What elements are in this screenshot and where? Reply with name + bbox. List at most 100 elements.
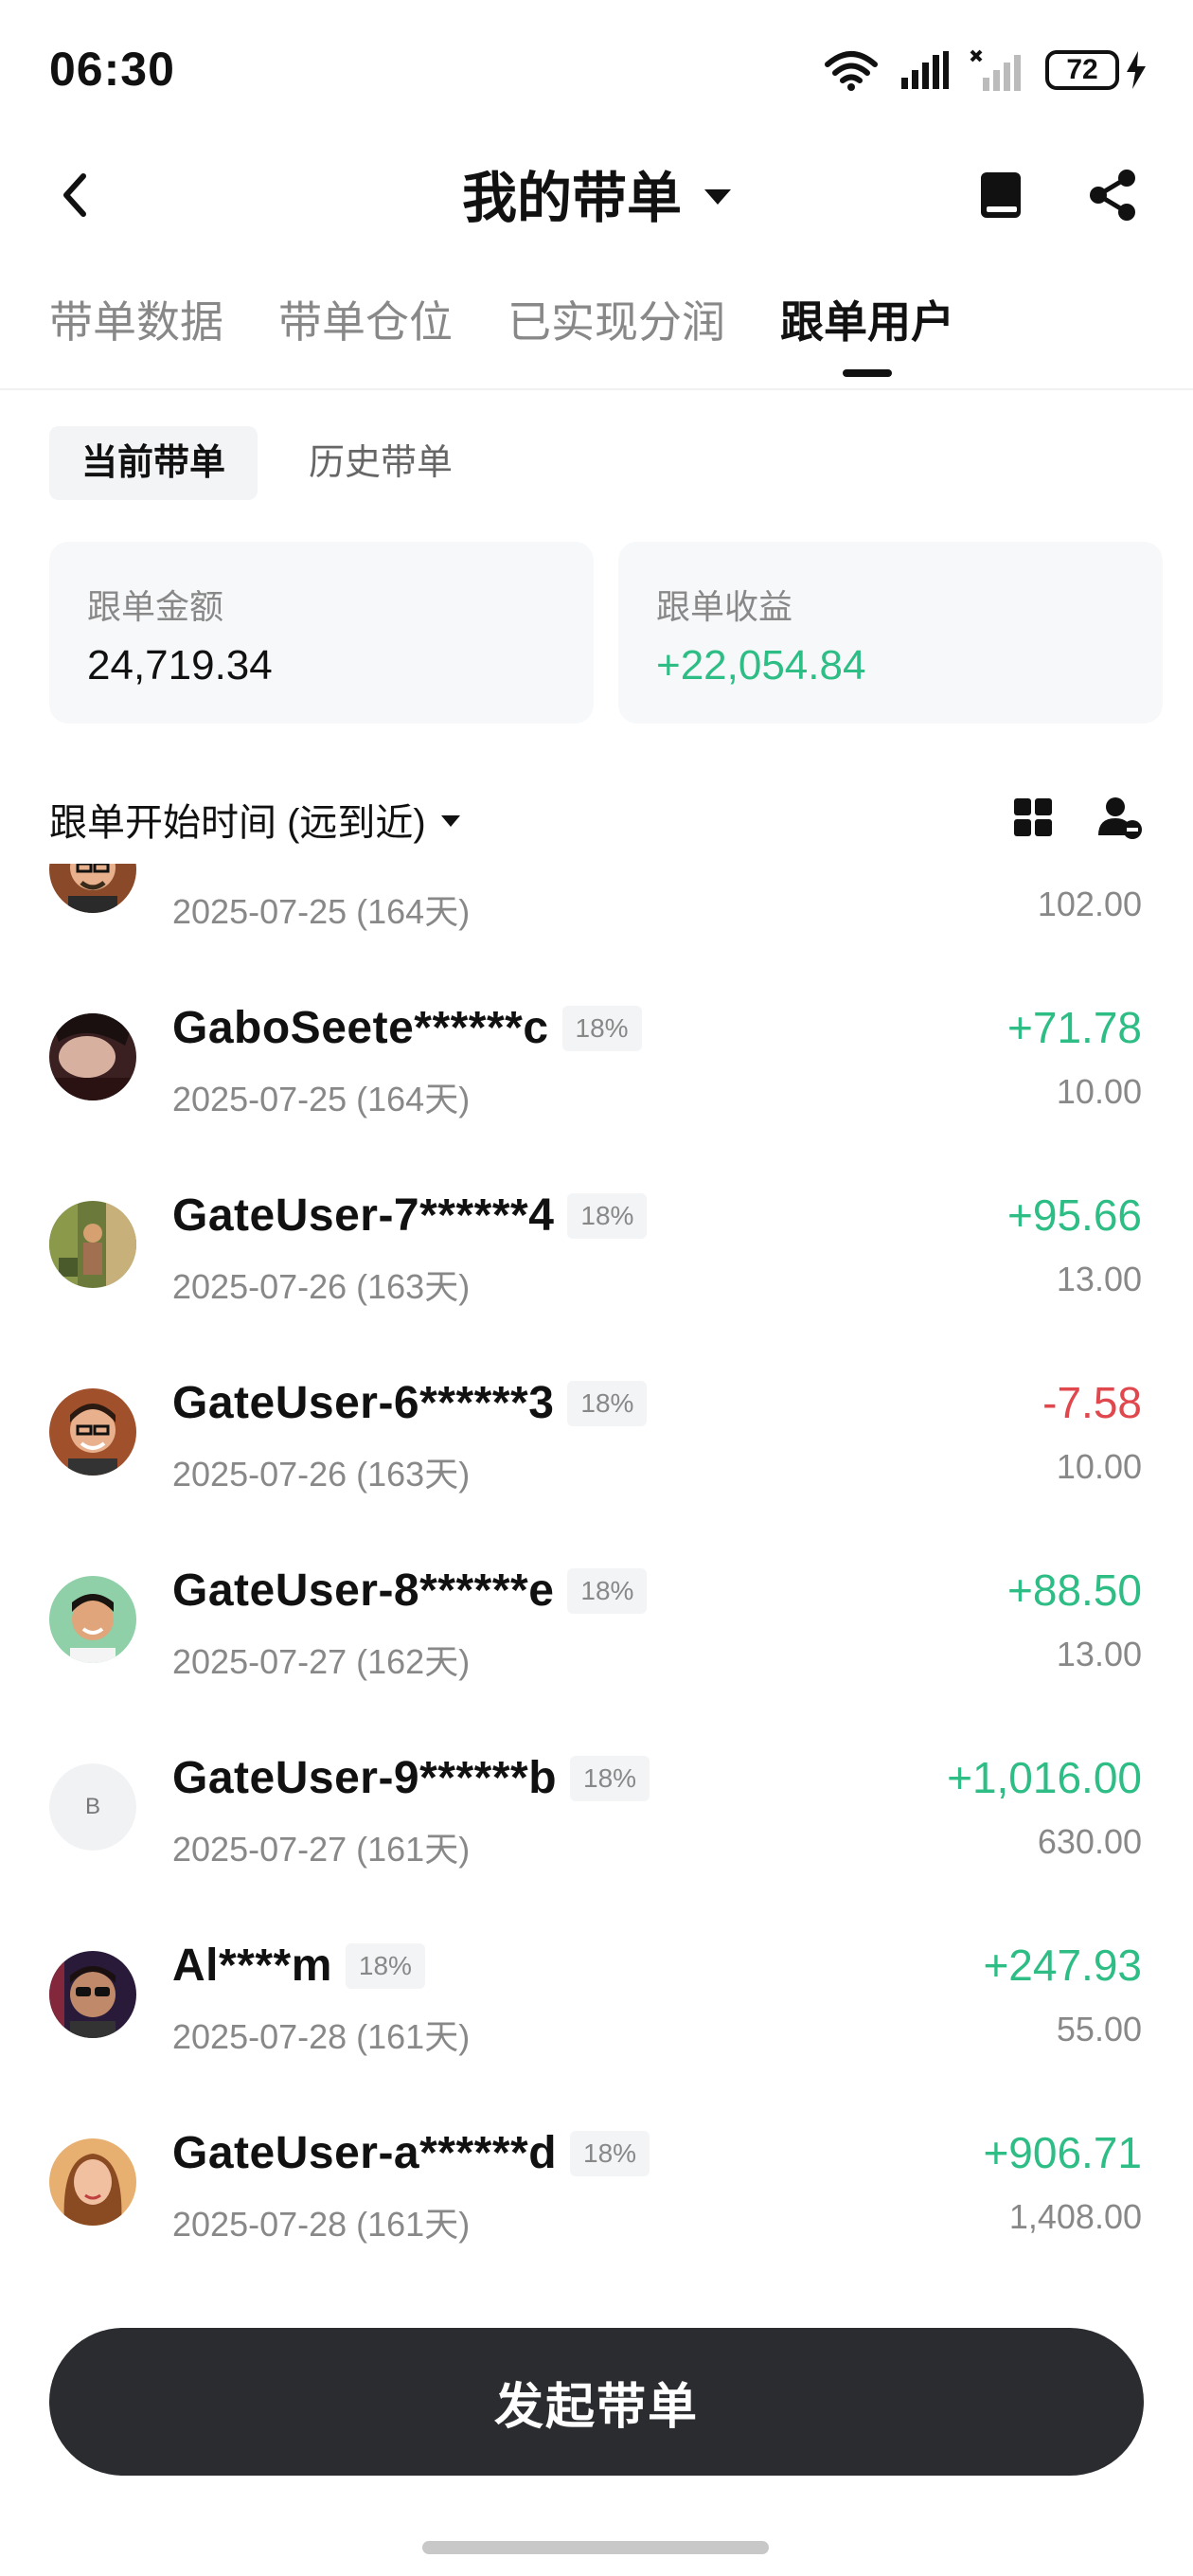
follow-amount-label: 跟单金额 <box>87 587 224 626</box>
tabs-divider <box>0 388 1193 390</box>
avatar-letter: B <box>49 1763 136 1851</box>
tab-lead-positions[interactable]: 带单仓位 <box>278 284 453 379</box>
sort-dropdown[interactable]: 跟单开始时间 (远到近) <box>49 792 426 847</box>
follower-pnl: +95.66 <box>1007 1190 1142 1240</box>
follower-pnl: +247.93 <box>983 1941 1142 1990</box>
status-time: 06:30 <box>49 43 175 96</box>
follow-profit-value: +22,054.84 <box>656 642 866 689</box>
profit-share-badge: 18% <box>570 1755 650 1801</box>
follower-amount: 1,408.00 <box>1008 2197 1142 2236</box>
follower-row[interactable]: GateUser-6******3 18% 2025-07-26 (163天) -7.… <box>0 1343 1193 1530</box>
follower-pnl: +906.71 <box>983 2128 1142 2177</box>
avatar <box>49 2138 136 2226</box>
follower-row[interactable]: GateUser-a******418% 2025-07-25 (164天) +56… <box>0 864 1193 968</box>
wifi-icon <box>825 51 878 91</box>
follow-amount-value: 24,719.34 <box>87 642 273 689</box>
battery-level: 72 <box>1045 50 1119 90</box>
follower-amount: 10.00 <box>1056 1072 1142 1111</box>
follower-row[interactable]: Al****m 18% 2025-07-28 (161天) +247.93 55.00 <box>0 1905 1193 2093</box>
follower-amount: 13.00 <box>1056 1260 1142 1298</box>
follower-name-line: GateUser-7******4 18% <box>172 1190 648 1242</box>
page-title: 我的带单 <box>461 168 682 229</box>
avatar <box>49 1201 136 1288</box>
home-indicator[interactable] <box>422 2541 769 2554</box>
avatar <box>49 1013 136 1100</box>
follower-name-line: GateUser-a******418% <box>172 864 647 867</box>
follower-amount: 630.00 <box>1037 1822 1142 1861</box>
follow-start-date: 2025-07-25 (164天) <box>172 1080 471 1118</box>
share-icon[interactable] <box>1085 167 1142 224</box>
status-icons: 72 <box>824 44 1148 97</box>
status-bar: 06:30 72 <box>0 0 1193 133</box>
follower-name-line: GaboSeete******c 18% <box>172 1002 642 1054</box>
follower-row[interactable]: GateUser-7******4 18% 2025-07-26 (163天) +95… <box>0 1155 1193 1343</box>
tab-realized-profit-share[interactable]: 已实现分润 <box>507 284 725 379</box>
follower-name: GateUser-9******b <box>172 1753 558 1803</box>
follow-profit-card: 跟单收益 +22,054.84 <box>618 542 1163 724</box>
follow-start-date: 2025-07-28 (161天) <box>172 2017 471 2056</box>
tab-bar: 带单数据 带单仓位 已实现分润 跟单用户 <box>49 284 954 388</box>
follow-start-date: 2025-07-27 (162天) <box>172 1642 471 1681</box>
follower-list-content: GateUser-a******418% 2025-07-25 (164天) +56… <box>0 864 1193 2281</box>
avatar <box>49 1951 136 2038</box>
follower-row[interactable]: GateUser-8******e 18% 2025-07-27 (162天) +88… <box>0 1530 1193 1718</box>
follow-start-date: 2025-07-25 (164天) <box>172 892 471 931</box>
sort-row: 跟单开始时间 (远到近) <box>49 786 1144 852</box>
follow-start-date: 2025-07-28 (161天) <box>172 2205 471 2244</box>
avatar <box>49 864 136 913</box>
avatar <box>49 1576 136 1663</box>
follower-pnl: +1,016.00 <box>947 1753 1142 1802</box>
follower-list[interactable]: GateUser-a******418% 2025-07-25 (164天) +56… <box>0 864 1193 2284</box>
follower-name-line: GateUser-9******b 18% <box>172 1752 650 1804</box>
follower-pnl: +88.50 <box>1007 1565 1142 1615</box>
follower-name: GateUser-8******e <box>172 1565 555 1616</box>
follow-start-date: 2025-07-26 (163天) <box>172 1455 471 1494</box>
top-nav: 我的带单 <box>0 133 1193 256</box>
profit-share-badge: 18% <box>567 1192 648 1239</box>
subtab-current[interactable]: 当前带单 <box>49 426 258 500</box>
charging-icon <box>1127 51 1146 89</box>
follower-amount: 13.00 <box>1056 1635 1142 1673</box>
follower-name-line: GateUser-6******3 18% <box>172 1377 648 1429</box>
profit-share-badge: 18% <box>567 1380 648 1426</box>
profit-share-badge: 18% <box>570 2130 650 2176</box>
follower-name-line: GateUser-a******d 18% <box>172 2127 650 2179</box>
battery-icon: 72 <box>1045 49 1148 91</box>
avatar: B <box>49 1763 136 1851</box>
signal-icon <box>901 51 949 89</box>
subtab-history[interactable]: 历史带单 <box>276 426 485 500</box>
follower-pnl: +562.56 <box>983 864 1142 866</box>
follower-name: Al****m <box>172 1941 332 1991</box>
signal-icon-secondary <box>970 49 1021 91</box>
summary-cards: 跟单金额 24,719.34 跟单收益 +22,054.84 <box>49 542 1163 724</box>
profit-share-badge: 18% <box>567 1567 648 1614</box>
follower-row[interactable]: GaboSeete******c 18% 2025-07-25 (164天) +71.… <box>0 968 1193 1155</box>
follower-pnl: -7.58 <box>1042 1378 1142 1427</box>
follower-amount: 102.00 <box>1037 885 1142 923</box>
follower-pnl: +71.78 <box>1007 1003 1142 1052</box>
chevron-down-icon <box>704 189 731 205</box>
follower-name: GateUser-a******d <box>172 2128 558 2178</box>
follower-name: GateUser-6******3 <box>172 1378 555 1428</box>
grid-icon[interactable] <box>1013 797 1053 837</box>
follow-start-date: 2025-07-27 (161天) <box>172 1830 471 1869</box>
follower-name: GateUser-7******4 <box>172 1190 555 1241</box>
tab-lead-data[interactable]: 带单数据 <box>49 284 223 379</box>
follower-row[interactable]: GateUser-a******d 18% 2025-07-28 (161天) +90… <box>0 2093 1193 2281</box>
follow-profit-label: 跟单收益 <box>656 587 793 626</box>
subtab-bar: 当前带单 历史带单 <box>49 426 485 500</box>
profit-share-badge: 18% <box>561 1005 642 1051</box>
follow-amount-card: 跟单金额 24,719.34 <box>49 542 594 724</box>
follower-amount: 10.00 <box>1056 1447 1142 1486</box>
profit-share-badge: 18% <box>345 1942 425 1989</box>
follower-name-line: Al****m 18% <box>172 1940 425 1992</box>
avatar <box>49 1388 136 1476</box>
tab-followers[interactable]: 跟单用户 <box>780 284 954 379</box>
follower-name: GaboSeete******c <box>172 1003 549 1053</box>
book-icon[interactable] <box>977 167 1024 224</box>
tab-active-indicator <box>843 369 892 377</box>
start-lead-button[interactable]: 发起带单 <box>49 2328 1144 2476</box>
chevron-down-icon[interactable] <box>440 815 460 827</box>
follower-row[interactable]: B GateUser-9******b 18% 2025-07-27 (161天) +1… <box>0 1718 1193 1905</box>
user-filter-icon[interactable] <box>1096 794 1144 841</box>
